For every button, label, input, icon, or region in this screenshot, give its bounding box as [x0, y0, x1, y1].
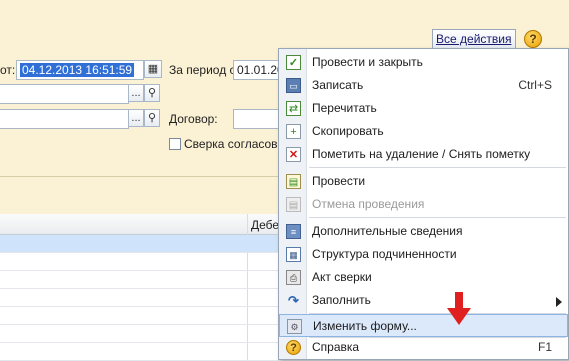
menu-item-label: Дополнительные сведения — [312, 224, 463, 238]
menu-item-post-and-close[interactable]: ✓ Провести и закрыть — [279, 51, 568, 74]
menu-item-label: Пометить на удаление / Снять пометку — [312, 147, 531, 161]
print-icon: ⎙ — [286, 270, 301, 285]
menu-item-label: Справка — [312, 340, 360, 354]
menu-item-shortcut: Ctrl+S — [518, 78, 552, 92]
counterparty-field[interactable] — [0, 109, 129, 129]
from-label: от: — [0, 63, 16, 77]
structure-icon: ▦ — [286, 247, 301, 262]
menu-item-label: Скопировать — [312, 124, 384, 138]
change-form-icon: ⚙ — [287, 319, 302, 334]
menu-item-label: Провести и закрыть — [312, 55, 423, 69]
post-icon: ▤ — [286, 174, 301, 189]
menu-item-mark-delete[interactable]: ✕ Пометить на удаление / Снять пометку — [279, 143, 568, 166]
menu-item-additional-info[interactable]: ≡ Дополнительные сведения — [279, 220, 568, 243]
menu-item-label: Записать — [312, 78, 364, 92]
menu-separator — [309, 217, 566, 218]
contract-field[interactable] — [233, 109, 283, 129]
help-button[interactable]: ? — [524, 30, 542, 48]
menu-item-label: Изменить форму... — [313, 319, 417, 333]
calendar-icon: ▦ — [147, 63, 159, 75]
post-close-icon: ✓ — [286, 55, 301, 70]
menu-item-label: Заполнить — [312, 293, 371, 307]
period-from-field[interactable]: 01.01.20 — [233, 60, 283, 80]
menu-item-change-form[interactable]: ⚙ Изменить форму... — [279, 314, 568, 337]
reconciliation-label: Сверка согласова — [184, 137, 285, 151]
fill-icon: ↷ — [288, 293, 299, 308]
search-icon-2[interactable]: ⚲ — [144, 109, 160, 127]
menu-item-structure[interactable]: ▦ Структура подчиненности — [279, 243, 568, 266]
reread-icon: ⇄ — [286, 101, 301, 116]
menu-item-reread[interactable]: ⇄ Перечитать — [279, 97, 568, 120]
help-icon: ? — [286, 340, 301, 355]
all-actions-label: Все действия — [436, 32, 512, 46]
menu-item-label: Перечитать — [312, 101, 377, 115]
menu-item-shortcut: F1 — [537, 340, 552, 354]
red-arrow-annotation-icon — [447, 292, 471, 325]
all-actions-button[interactable]: Все действия ▾ — [432, 29, 516, 63]
period-label: За период с: — [169, 63, 239, 77]
menu-item-post[interactable]: ▤ Провести — [279, 170, 568, 193]
menu-item-label: Отмена проведения — [312, 197, 425, 211]
additional-info-icon: ≡ — [286, 224, 301, 239]
menu-item-reconciliation-act[interactable]: ⎙ Акт сверки — [279, 266, 568, 289]
copy-icon: + — [286, 124, 301, 139]
save-icon: ▭ — [286, 78, 301, 93]
menu-item-cancel-posting[interactable]: ▤ Отмена проведения — [279, 193, 568, 216]
menu-item-label: Структура подчиненности — [312, 247, 457, 261]
menu-item-copy[interactable]: + Скопировать — [279, 120, 568, 143]
organization-field[interactable] — [0, 84, 129, 104]
menu-item-save[interactable]: ▭ Записать Ctrl+S — [279, 74, 568, 97]
menu-separator — [309, 167, 566, 168]
calendar-button[interactable]: ▦ — [144, 60, 162, 78]
select-organization-button[interactable]: ... — [128, 84, 144, 102]
menu-item-fill[interactable]: ↷ Заполнить — [279, 289, 568, 312]
column-header-debit[interactable]: Дебе — [251, 218, 279, 232]
search-icon[interactable]: ⚲ — [144, 84, 160, 102]
actions-menu: ✓ Провести и закрыть ▭ Записать Ctrl+S ⇄… — [278, 48, 569, 360]
cancel-post-icon: ▤ — [286, 197, 301, 212]
select-counterparty-button[interactable]: ... — [128, 109, 144, 127]
reconciliation-checkbox[interactable] — [169, 138, 181, 150]
contract-label: Договор: — [169, 112, 218, 126]
date-field[interactable]: 04.12.2013 16:51:59 — [16, 60, 144, 80]
menu-item-label: Провести — [312, 174, 366, 188]
date-value: 04.12.2013 16:51:59 — [20, 63, 135, 77]
submenu-arrow-icon — [556, 297, 562, 307]
menu-item-label: Акт сверки — [312, 270, 372, 284]
menu-item-help[interactable]: ? Справка F1 — [279, 336, 568, 359]
section-divider — [0, 176, 290, 177]
delete-mark-icon: ✕ — [286, 147, 301, 162]
